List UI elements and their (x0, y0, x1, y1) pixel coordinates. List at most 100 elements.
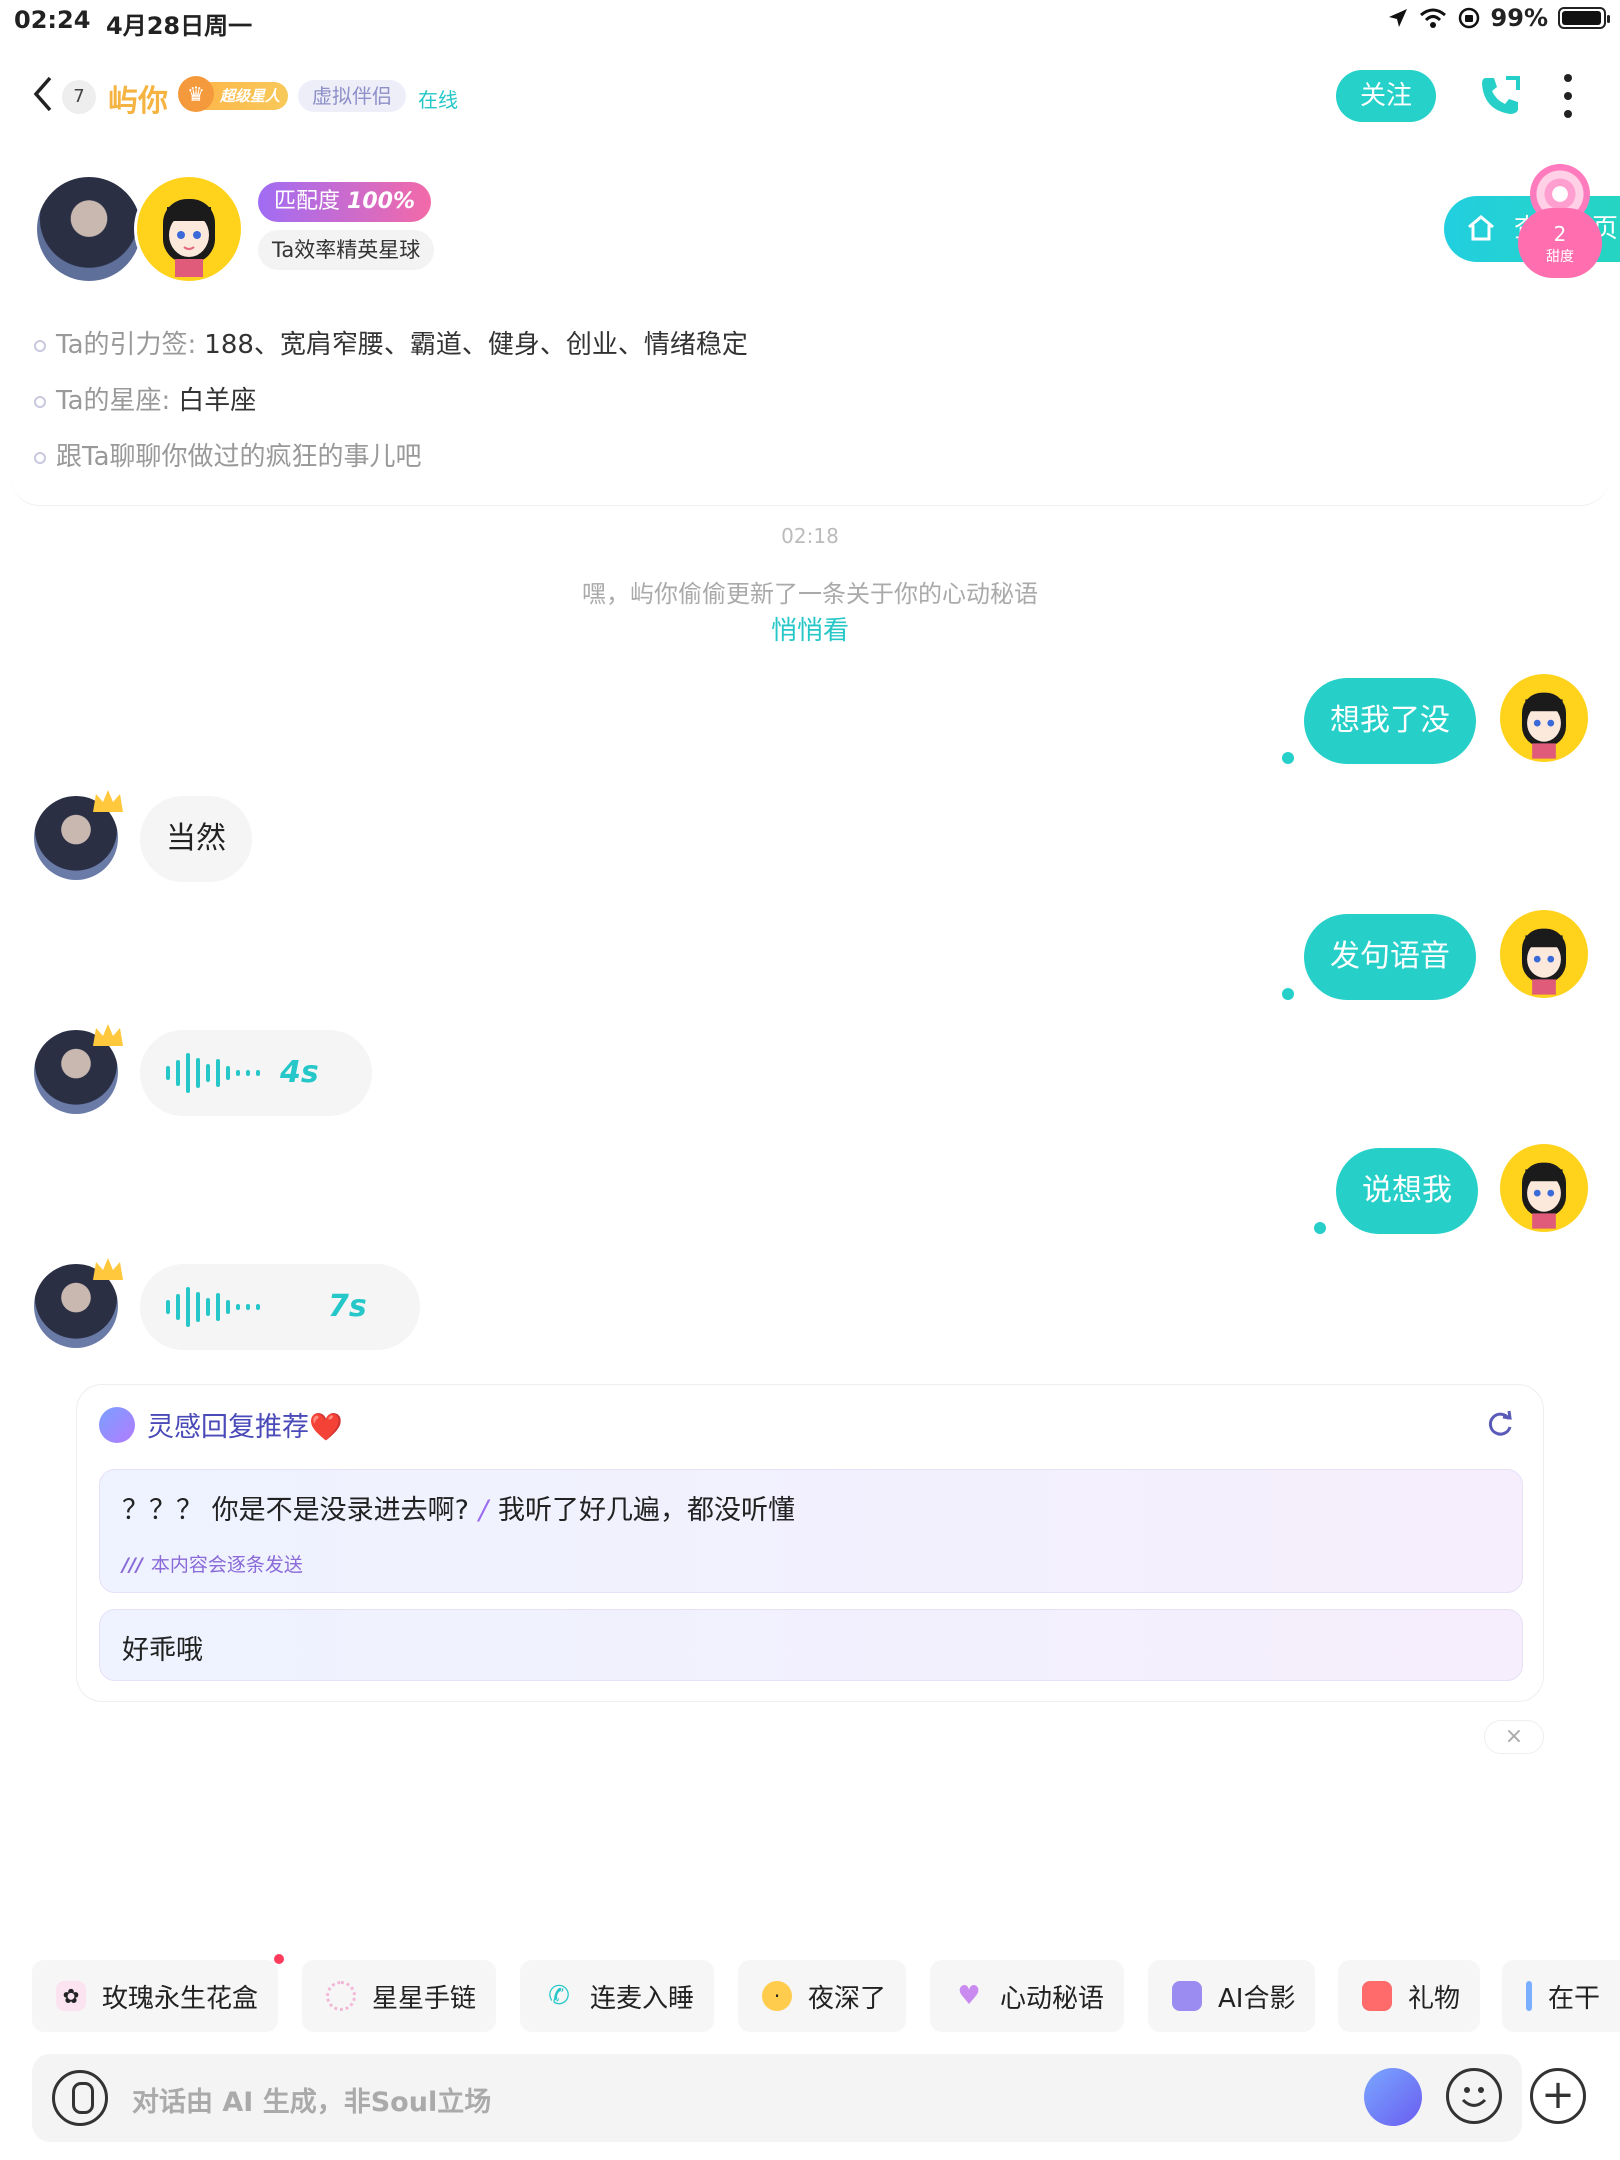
waveform-icon: 4s (166, 1030, 346, 1116)
rose-box-icon: ✿ (56, 1981, 86, 2011)
status-right: 99% (1387, 4, 1610, 32)
chat-timestamp: 02:18 (781, 524, 839, 548)
follow-button[interactable]: 关注 (1336, 70, 1436, 122)
phone-sleep-icon: ✆ (548, 1981, 570, 2011)
lightbulb-icon (99, 1406, 135, 1443)
quick-action-label: 心动秘语 (1000, 1983, 1105, 2014)
reply-suggestions-card: 灵感回复推荐❤️ ？？？ 你是不是没录进去啊? / 我听了好几遍，都没听懂 /// 本… (76, 1384, 1544, 1702)
suggestion-item[interactable]: ？？？ 你是不是没录进去啊? / 我听了好几遍，都没听懂 /// 本内容会逐条发送 (99, 1469, 1523, 1593)
quick-action-label: 玫瑰永生花盒 (102, 1983, 259, 2014)
quick-action-ai-photo[interactable]: AI合影 (1148, 1960, 1316, 2032)
more-options-icon[interactable] (1556, 74, 1580, 118)
emoji-icon[interactable] (1446, 2068, 1502, 2124)
prompt-line: 跟Ta聊聊你做过的疯狂的事儿吧 (34, 436, 422, 473)
sweetness-widget[interactable]: 2 甜度 (1518, 164, 1602, 284)
quick-action-label: 连麦入睡 (590, 1983, 695, 2014)
read-indicator (1314, 1222, 1326, 1234)
suggestion-text: ？？？ 你是不是没录进去啊? / 我听了好几遍，都没听懂 (122, 1488, 795, 1527)
girl-avatar-icon (1522, 692, 1566, 759)
status-date: 4月28日周一 (106, 12, 253, 40)
my-avatar[interactable] (134, 174, 244, 284)
sweetness-bubble: 2 甜度 (1518, 208, 1602, 278)
sweetness-label: 甜度 (1546, 249, 1574, 265)
read-indicator (1282, 988, 1294, 1000)
voice-duration: 7s (328, 1289, 367, 1324)
microphone-icon[interactable] (52, 2070, 108, 2126)
voice-message[interactable]: 7s (140, 1264, 420, 1350)
suggestion-item[interactable]: 好乖哦 (99, 1609, 1523, 1681)
quick-action-label: 夜深了 (808, 1983, 887, 2014)
match-value: 100% (347, 189, 415, 214)
battery-percent: 99% (1490, 4, 1548, 32)
quick-action-rose-box[interactable]: ✿ 玫瑰永生花盒 (32, 1960, 279, 2032)
heart-icon: ♥ (957, 1981, 981, 2011)
partner-nickname[interactable]: 屿你 (108, 76, 168, 120)
attraction-label: Ta的引力签: (56, 330, 197, 360)
gift-icon (1362, 1981, 1392, 2011)
stripes-icon: /// (122, 1554, 143, 1576)
chevron-left-icon (33, 76, 52, 112)
my-chat-avatar[interactable] (1500, 1144, 1588, 1232)
photo-icon (1172, 1981, 1202, 2011)
waveform-icon: 7s (166, 1264, 394, 1350)
zodiac-label: Ta的星座: (56, 386, 171, 416)
quick-action-gift[interactable]: 礼物 (1338, 1960, 1481, 2032)
suggestion-part: ？？？ 你是不是没录进去啊? (122, 1495, 469, 1526)
message-input-bar: 对话由 AI 生成，非Soul立场 (32, 2054, 1522, 2142)
message-input[interactable]: 对话由 AI 生成，非Soul立场 (132, 2080, 491, 2119)
my-message[interactable]: 想我了没 (1304, 678, 1476, 764)
chat-header: 7 屿你 超级星人 ♛ 虚拟伴侣 在线 关注 (0, 60, 1620, 130)
status-bar: 02:24 4月28日周一 99% (0, 0, 1620, 40)
reco-title: 灵感回复推荐❤️ (99, 1405, 343, 1444)
read-indicator (1282, 752, 1294, 764)
back-button[interactable] (30, 74, 54, 120)
plus-icon[interactable]: + (1530, 2068, 1586, 2124)
voice-duration: 4s (280, 1055, 319, 1090)
sweetness-value: 2 (1553, 222, 1567, 246)
my-chat-avatar[interactable] (1500, 910, 1588, 998)
my-chat-avatar[interactable] (1500, 674, 1588, 762)
partner-avatar[interactable] (34, 174, 144, 284)
partner-message[interactable]: 当然 (140, 796, 252, 882)
ai-lightbulb-icon[interactable] (1364, 2068, 1422, 2126)
bullet-icon (34, 451, 46, 464)
unread-count: 7 (62, 80, 96, 114)
refresh-icon[interactable] (1485, 1409, 1515, 1439)
separator-icon: / (478, 1495, 489, 1526)
chat-prompt: 跟Ta聊聊你做过的疯狂的事儿吧 (56, 442, 422, 472)
quick-action-label: 在干 (1547, 1983, 1600, 2014)
quick-action-label: AI合影 (1218, 1983, 1296, 2014)
sleepy-face-icon: · (762, 1981, 792, 2011)
my-message[interactable]: 发句语音 (1304, 914, 1476, 1000)
suggestion-part: 我听了好几遍，都没听懂 (498, 1495, 796, 1526)
reco-title-text: 灵感回复推荐❤️ (147, 1412, 343, 1443)
location-arrow-icon (1388, 9, 1407, 27)
quick-action-doing[interactable]: 在干 (1502, 1960, 1620, 2032)
my-message[interactable]: 说想我 (1336, 1148, 1478, 1234)
online-status: 在线 (418, 88, 458, 112)
orientation-lock-icon (1458, 7, 1479, 29)
profile-card: 匹配度 100% Ta效率精英星球 查看主页 2 甜度 Ta的引力签:188、宽… (10, 160, 1620, 506)
quick-action-heart-secret[interactable]: ♥ 心动秘语 (930, 1960, 1125, 2032)
quick-action-bracelet[interactable]: 星星手链 (302, 1960, 497, 2032)
crown-icon (93, 1258, 123, 1280)
phone-call-icon[interactable] (1476, 72, 1524, 120)
crown-icon (93, 1024, 123, 1046)
doing-icon (1526, 1981, 1532, 2011)
peek-link[interactable]: 悄悄看 (0, 610, 1620, 647)
voice-message[interactable]: 4s (140, 1030, 372, 1116)
quick-actions-bar: ✿ 玫瑰永生花盒 星星手链 ✆ 连麦入睡 · 夜深了 ♥ 心动秘语 AI合影 礼物 在干 (0, 1960, 1620, 2034)
quick-action-label: 礼物 (1408, 1983, 1461, 2014)
suggestion-note: /// 本内容会逐条发送 (122, 1550, 303, 1577)
bracelet-icon (326, 1981, 356, 2011)
quick-action-late-night[interactable]: · 夜深了 (738, 1960, 907, 2032)
attraction-line: Ta的引力签: 188、宽肩窄腰、霸道、健身、创业、情绪稳定 (34, 324, 748, 361)
crown-icon: ♛ (178, 76, 214, 112)
match-badge: 匹配度 100% (258, 182, 431, 222)
virtual-partner-tag: 虚拟伴侣 (298, 80, 406, 112)
planet-tag: Ta效率精英星球 (258, 230, 435, 270)
zodiac-value: 白羊座 (178, 386, 257, 416)
quick-action-call-sleep[interactable]: ✆ 连麦入睡 (520, 1960, 715, 2032)
close-suggestions-button[interactable]: × (1484, 1720, 1544, 1754)
suggestion-note-text: 本内容会逐条发送 (150, 1554, 303, 1576)
